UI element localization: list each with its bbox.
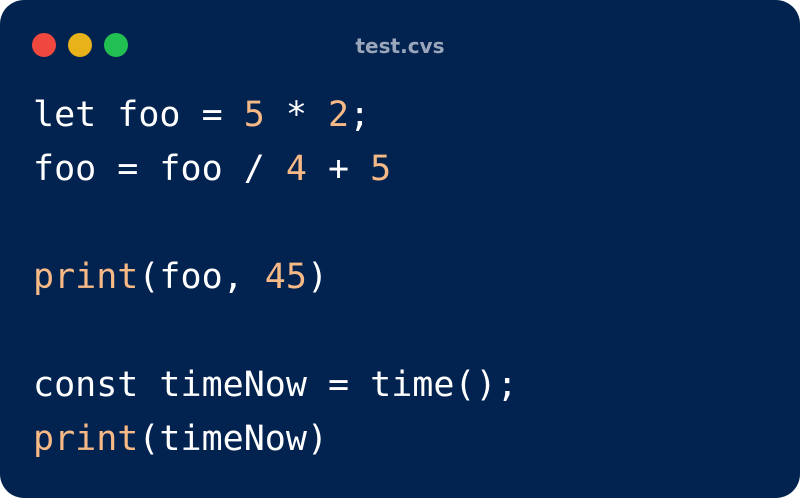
code-token: * [264, 95, 329, 135]
code-token: (foo, [138, 257, 265, 297]
code-line: print(timeNow) [33, 412, 518, 466]
code-line: print(foo, 45) [33, 250, 518, 304]
code-window: test.cvs let foo = 5 * 2; foo = foo / 4 +… [0, 0, 800, 498]
code-line: foo = foo / 4 + 5 [33, 142, 518, 196]
code-token: let foo = [33, 95, 244, 135]
code-token: ; [349, 95, 371, 135]
code-token: (timeNow) [138, 419, 329, 459]
code-block: let foo = 5 * 2; foo = foo / 4 + 5 print(… [33, 88, 518, 466]
file-name: test.cvs [355, 34, 445, 58]
code-token: foo = foo / [33, 149, 286, 189]
function-token: print [33, 419, 139, 459]
number-token: 4 [285, 149, 307, 189]
code-line: let foo = 5 * 2; [33, 88, 518, 142]
number-token: 2 [328, 95, 350, 135]
code-token: ) [306, 257, 329, 297]
function-token: print [33, 257, 139, 297]
number-token: 5 [370, 149, 392, 189]
code-token: const timeNow = time(); [33, 365, 518, 405]
title-bar: test.cvs [0, 0, 800, 90]
number-token: 45 [264, 257, 307, 297]
number-token: 5 [243, 95, 265, 135]
code-line: const timeNow = time(); [33, 358, 518, 412]
code-token: + [306, 149, 371, 189]
